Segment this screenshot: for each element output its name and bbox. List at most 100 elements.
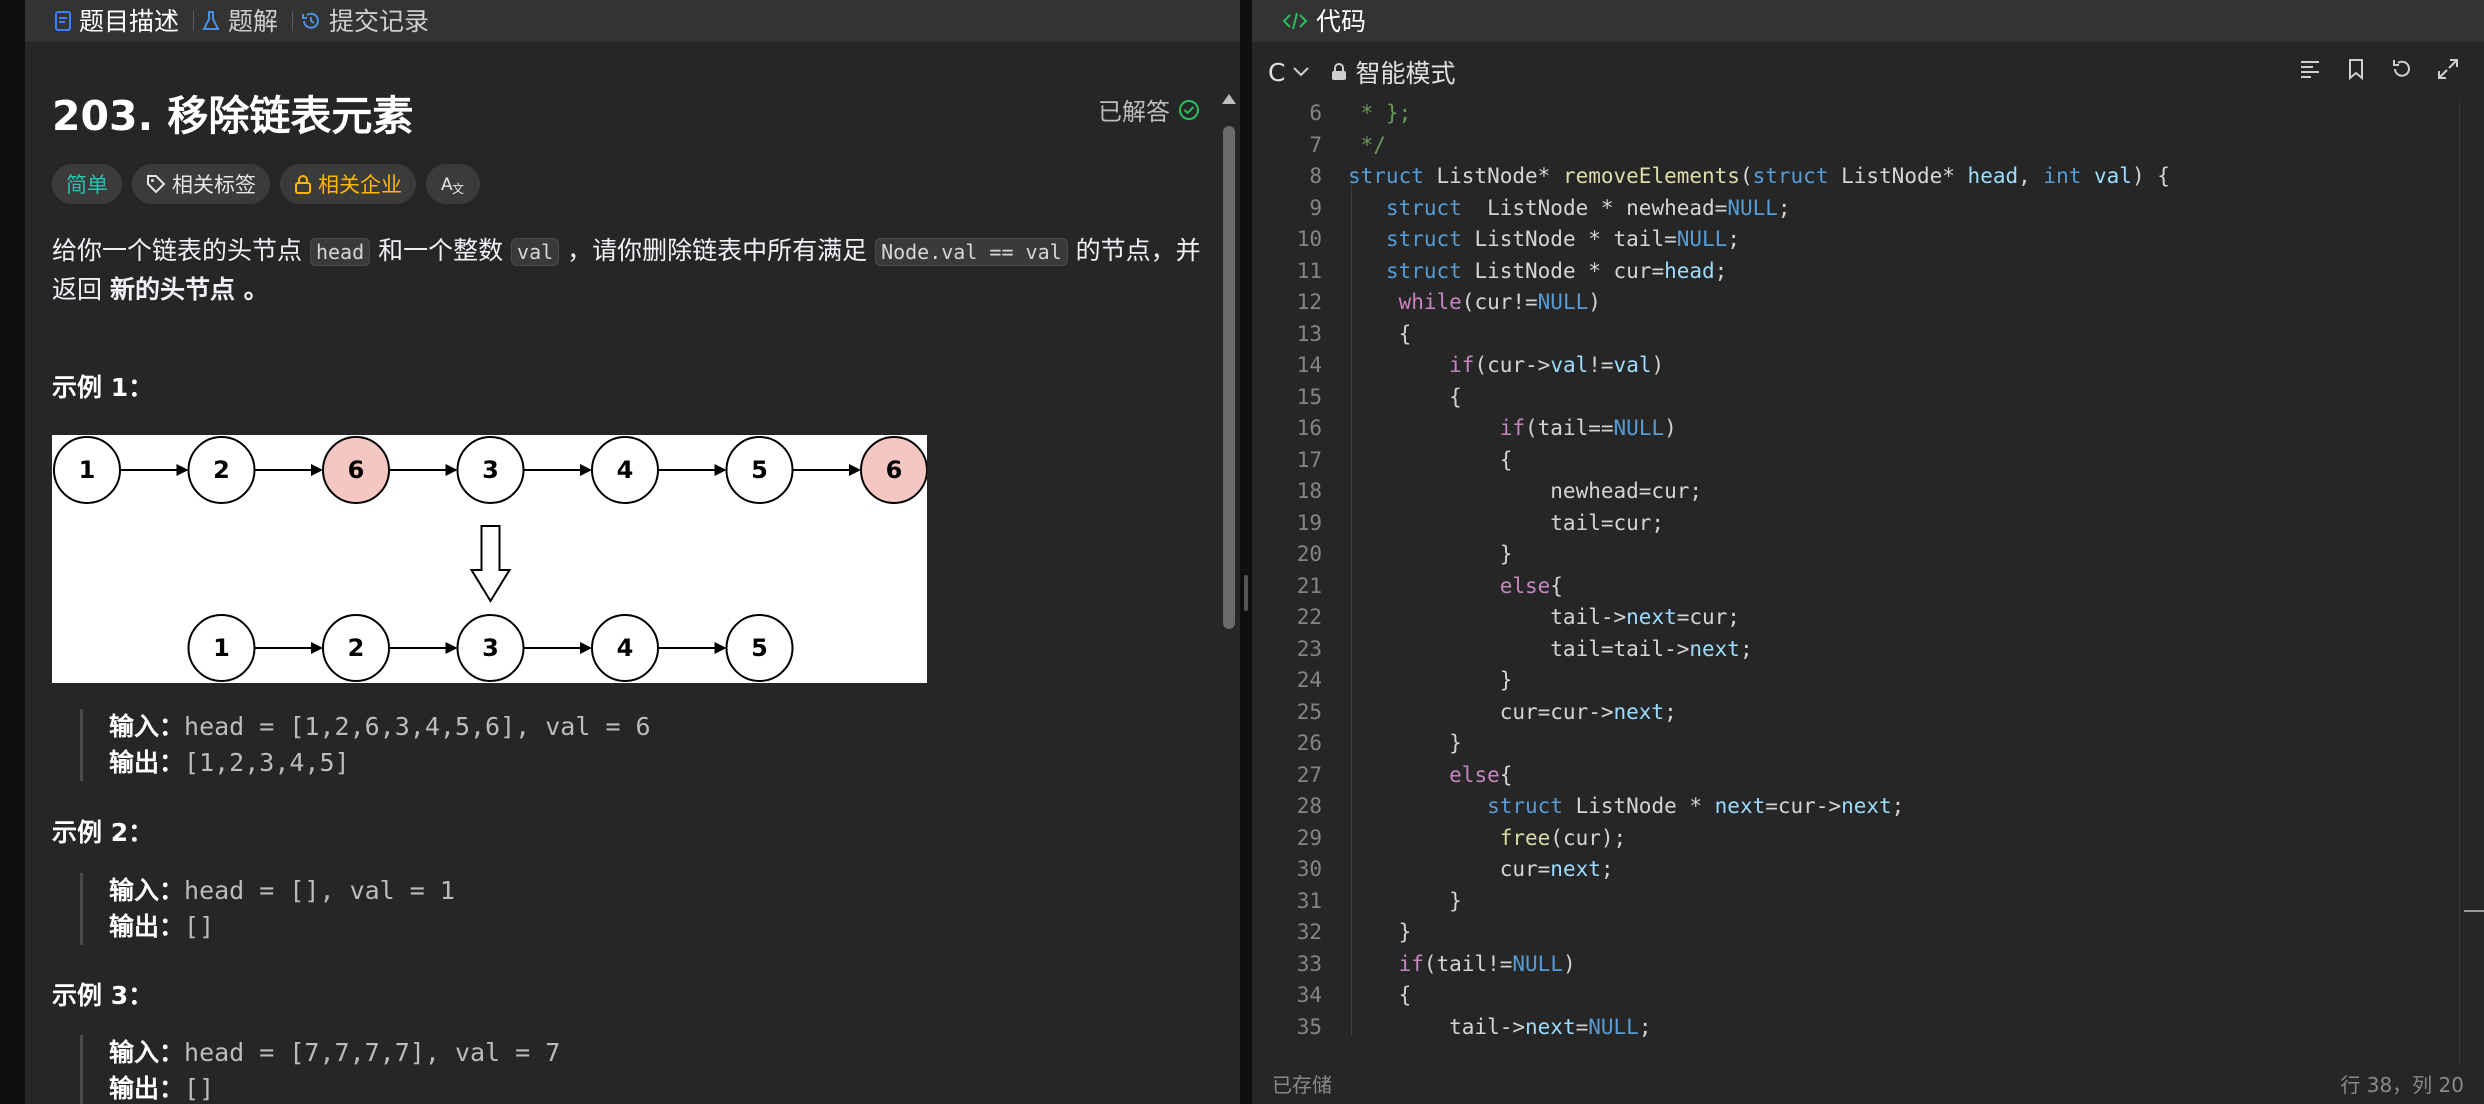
line-code: } bbox=[1348, 920, 1412, 944]
arrow-head bbox=[311, 642, 323, 654]
tab-submissions[interactable]: 提交记录 bbox=[293, 9, 443, 34]
expand-icon[interactable] bbox=[2436, 57, 2460, 81]
tab-code[interactable]: 代码 bbox=[1274, 9, 1380, 34]
scroll-thumb[interactable] bbox=[1223, 126, 1235, 629]
line-number: 11 bbox=[1296, 258, 1322, 283]
code-line[interactable]: 8 struct ListNode* removeElements(struct … bbox=[1252, 161, 2484, 193]
line-number: 28 bbox=[1296, 794, 1322, 818]
example-3: 输入：head = [7,7,7,7], val = 7 输出：[] bbox=[80, 1035, 560, 1104]
editor-scrollbar[interactable] bbox=[2459, 102, 2460, 1062]
line-code: tail->next=cur; bbox=[1348, 605, 1740, 629]
code-line[interactable]: 14 if(cur->val!=val) bbox=[1252, 350, 2484, 382]
line-number: 10 bbox=[1296, 227, 1322, 251]
related-tags-button[interactable]: 相关标签 bbox=[132, 164, 270, 204]
code-line[interactable]: 33 if(tail!=NULL) bbox=[1252, 949, 2484, 981]
code-panel: 代码 C 智能模式 6 * }; 7 */8 struct ListNode* re… bbox=[1252, 0, 2484, 1104]
bottom_row-node-label: 5 bbox=[751, 634, 768, 662]
code-line[interactable]: 32 } bbox=[1252, 917, 2484, 949]
code-line[interactable]: 21 else{ bbox=[1252, 571, 2484, 603]
code-line[interactable]: 6 * }; bbox=[1252, 102, 2484, 130]
editor-statusbar: 已存储 行 38，列 20 bbox=[1252, 1062, 2484, 1104]
code-line[interactable]: 16 if(tail==NULL) bbox=[1252, 413, 2484, 445]
format-icon[interactable] bbox=[2298, 57, 2322, 81]
code-line[interactable]: 35 tail->next=NULL; bbox=[1252, 1012, 2484, 1044]
code-line[interactable]: 18 newhead=cur; bbox=[1252, 476, 2484, 508]
code-line[interactable]: 17 { bbox=[1252, 445, 2484, 477]
code-line[interactable]: 10 struct ListNode * tail=NULL; bbox=[1252, 224, 2484, 256]
history-icon bbox=[302, 12, 320, 29]
code-line[interactable]: 25 cur=cur->next; bbox=[1252, 697, 2484, 729]
problem-title: 203. 移除链表元素 bbox=[52, 92, 414, 140]
problem-tabbar: 题目描述 题解 提交记录 bbox=[25, 0, 1240, 42]
code-line[interactable]: 31 } bbox=[1252, 886, 2484, 918]
line-code: tail=cur; bbox=[1348, 510, 1665, 535]
code-line[interactable]: 13 { bbox=[1252, 319, 2484, 351]
code-line[interactable]: 34 { bbox=[1252, 980, 2484, 1012]
code-line[interactable]: 29 free(cur); bbox=[1252, 823, 2484, 855]
line-number: 30 bbox=[1296, 857, 1322, 881]
problem-tags: 简单 相关标签 相关企业 A文 bbox=[52, 164, 480, 204]
code-line[interactable]: 23 tail=tail->next; bbox=[1252, 634, 2484, 666]
code-line[interactable]: 30 cur=next; bbox=[1252, 854, 2484, 886]
indent-guide bbox=[1351, 185, 1352, 1036]
code-line[interactable]: 15 { bbox=[1252, 382, 2484, 414]
line-number: 9 bbox=[1309, 195, 1322, 220]
line-code: */ bbox=[1348, 132, 1386, 157]
tab-solutions[interactable]: 题解 bbox=[194, 9, 292, 34]
code-line[interactable]: 12 while(cur!=NULL) bbox=[1252, 287, 2484, 319]
code-line[interactable]: 20 } bbox=[1252, 539, 2484, 571]
code-line[interactable]: 19 tail=cur; bbox=[1252, 508, 2484, 540]
line-code: { bbox=[1348, 321, 1412, 346]
line-number: 25 bbox=[1296, 699, 1322, 724]
line-code: if(cur->val!=val) bbox=[1449, 353, 1665, 377]
difficulty-label: 简单 bbox=[66, 173, 108, 197]
companies-button[interactable]: 相关企业 bbox=[280, 164, 416, 204]
language-select[interactable]: C bbox=[1268, 58, 1310, 87]
code-line[interactable]: 24 } bbox=[1252, 665, 2484, 697]
mode-indicator[interactable]: 智能模式 bbox=[1331, 54, 1455, 90]
line-code: free(cur); bbox=[1499, 825, 1627, 850]
line-code: struct ListNode * next=cur->next; bbox=[1487, 794, 1905, 818]
translate-icon: A文 bbox=[441, 175, 464, 195]
panel-splitter[interactable] bbox=[1240, 0, 1252, 1104]
bottom_row-node-label: 1 bbox=[213, 634, 230, 662]
line-code: cur=next; bbox=[1348, 857, 1614, 881]
output-value: [1,2,3,4,5] bbox=[184, 748, 350, 777]
translate-button[interactable]: A文 bbox=[426, 164, 480, 204]
difficulty-badge[interactable]: 简单 bbox=[52, 164, 122, 204]
line-code: } bbox=[1348, 542, 1513, 566]
line-number: 17 bbox=[1296, 447, 1322, 472]
arrow-head bbox=[849, 464, 861, 476]
line-code: * }; bbox=[1348, 102, 1412, 125]
code-toolbar: C 智能模式 bbox=[1252, 42, 2484, 102]
input-label: 输入： bbox=[109, 1038, 185, 1067]
drag-handle-icon[interactable] bbox=[1244, 575, 1248, 611]
reset-icon[interactable] bbox=[2390, 57, 2414, 81]
example-3-title: 示例 3： bbox=[52, 981, 154, 1010]
bookmark-icon[interactable] bbox=[2344, 57, 2368, 81]
input-value: head = [7,7,7,7], val = 7 bbox=[184, 1038, 561, 1067]
scroll-up-icon[interactable] bbox=[1222, 94, 1236, 104]
problem-scrollbar[interactable] bbox=[1220, 42, 1240, 1104]
line-code: { bbox=[1348, 447, 1513, 472]
line-code: } bbox=[1348, 731, 1462, 755]
tab-description[interactable]: 题目描述 bbox=[47, 9, 193, 34]
line-number: 8 bbox=[1309, 164, 1322, 188]
scroll-indicator bbox=[2464, 910, 2484, 912]
line-code: struct ListNode * newhead=NULL; bbox=[1385, 195, 1791, 220]
example-output: 输出：[1,2,3,4,5] bbox=[109, 745, 651, 781]
code-line[interactable]: 27 else{ bbox=[1252, 760, 2484, 792]
line-code: else{ bbox=[1499, 573, 1563, 598]
chevron-down-icon bbox=[1293, 67, 1310, 77]
top_row-node-label: 4 bbox=[617, 456, 634, 484]
code-line[interactable]: 22 tail->next=cur; bbox=[1252, 602, 2484, 634]
code-line[interactable]: 28 struct ListNode * next=cur->next; bbox=[1252, 791, 2484, 823]
code-line[interactable]: 11 struct ListNode * cur=head; bbox=[1252, 256, 2484, 288]
lock-icon bbox=[295, 175, 311, 194]
output-label: 输出： bbox=[109, 748, 185, 777]
code-line[interactable]: 26 } bbox=[1252, 728, 2484, 760]
code-line[interactable]: 7 */ bbox=[1252, 130, 2484, 162]
line-number: 6 bbox=[1309, 102, 1322, 125]
code-editor[interactable]: 6 * }; 7 */8 struct ListNode* removeElemen… bbox=[1252, 102, 2484, 1062]
code-line[interactable]: 9 struct ListNode * newhead=NULL; bbox=[1252, 193, 2484, 225]
